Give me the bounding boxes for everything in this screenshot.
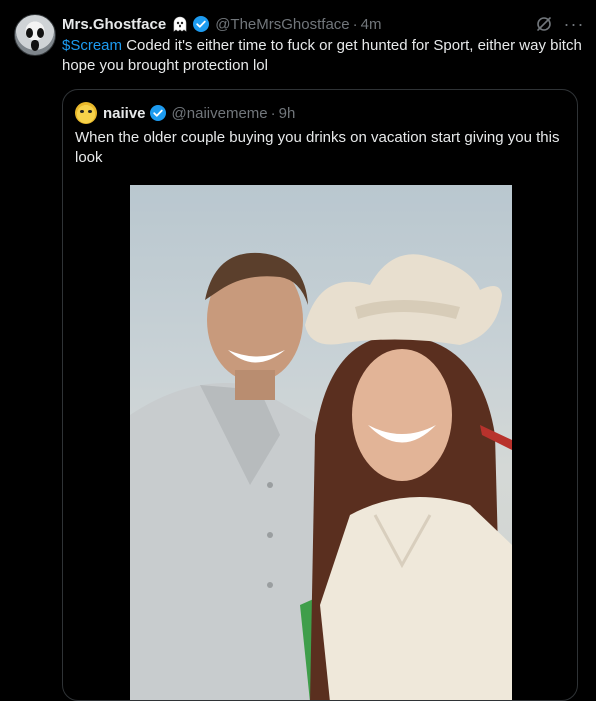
author-name[interactable]: Mrs.Ghostface <box>62 16 166 33</box>
tweet-header: Mrs.Ghostface @TheMrsGhostface · 4m ··· <box>62 14 584 34</box>
quoted-author-name[interactable]: naiive <box>103 105 146 122</box>
quoted-tweet-text: When the older couple buying you drinks … <box>75 129 560 166</box>
grok-icon[interactable] <box>534 14 554 34</box>
quoted-tweet-header: naiive @naiivememe · 9h <box>75 102 295 124</box>
author-avatar[interactable] <box>14 14 56 56</box>
cashtag-link[interactable]: $Scream <box>62 37 122 54</box>
verified-badge-icon[interactable] <box>192 15 210 33</box>
separator-dot: · <box>270 104 276 122</box>
quoted-author-avatar[interactable] <box>75 102 97 124</box>
separator-dot: · <box>352 15 358 33</box>
quoted-tweet-photo[interactable] <box>130 185 512 700</box>
avatar-mask-eye-right <box>37 28 44 38</box>
photo-illustration <box>130 252 512 700</box>
author-handle[interactable]: @TheMrsGhostface <box>215 16 349 33</box>
quoted-tweet-card[interactable]: naiive @naiivememe · 9h When the older c… <box>62 89 578 701</box>
tweet-timestamp[interactable]: 4m <box>361 16 382 33</box>
tweet-text: Coded it's either time to fuck or get hu… <box>62 37 582 74</box>
quoted-timestamp[interactable]: 9h <box>279 105 296 122</box>
tweet-body: $Scream Coded it's either time to fuck o… <box>62 36 582 76</box>
avatar-mask-mouth <box>31 40 39 51</box>
quoted-author-handle[interactable]: @naiivememe <box>172 105 268 122</box>
ghost-icon <box>171 15 189 33</box>
avatar-mask-eye-left <box>26 28 33 38</box>
verified-badge-icon[interactable] <box>149 104 167 122</box>
more-icon[interactable]: ··· <box>564 14 584 34</box>
